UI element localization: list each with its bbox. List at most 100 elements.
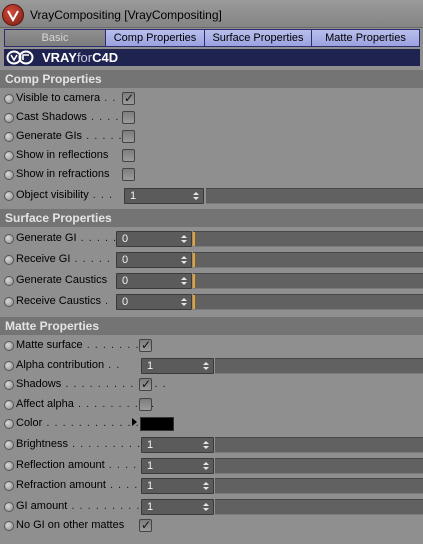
slider-marker[interactable] — [193, 253, 195, 267]
animation-dot-icon[interactable] — [4, 419, 14, 429]
animation-dot-icon[interactable] — [4, 440, 14, 450]
tab-comp-properties[interactable]: Comp Properties — [105, 29, 204, 47]
spinner-arrows-icon[interactable] — [203, 459, 210, 473]
tab-surface-properties[interactable]: Surface Properties — [204, 29, 311, 47]
window-titlebar: VrayCompositing [VrayCompositing] — [0, 0, 423, 28]
cast-shadows-checkbox[interactable] — [122, 111, 135, 124]
label-dots: . . . . — [105, 479, 139, 491]
vray-logo-icon — [2, 4, 24, 26]
label-receive-gi: Receive GI — [16, 253, 71, 265]
spinner-arrows-icon[interactable] — [203, 359, 210, 373]
label-dots: . . — [104, 359, 121, 371]
label-dots: . — [100, 295, 110, 307]
no-gi-on-other-mattes-checkbox[interactable]: ✓ — [139, 518, 152, 532]
receive-gi-input[interactable]: 0 — [116, 252, 192, 268]
receive-caustics-slider[interactable] — [193, 294, 423, 310]
row-receive-gi: Receive GI . . . . . . 0 — [0, 250, 423, 270]
c4d-logo-icon — [6, 50, 34, 65]
spinner-arrows-icon[interactable] — [203, 500, 210, 514]
vray-brand-text: VRAYforC4D — [42, 50, 118, 65]
object-visibility-slider[interactable] — [206, 188, 423, 204]
row-refraction-amount: Refraction amount . . . . 1 — [0, 476, 423, 496]
receive-gi-slider[interactable] — [193, 252, 423, 268]
gi-amount-input[interactable]: 1 — [141, 499, 214, 515]
spinner-arrows-icon[interactable] — [203, 479, 210, 493]
animation-dot-icon[interactable] — [4, 502, 14, 512]
animation-dot-icon[interactable] — [4, 361, 14, 371]
animation-dot-icon[interactable] — [4, 481, 14, 491]
animation-dot-icon[interactable] — [4, 132, 14, 142]
generate-caustics-slider[interactable] — [193, 273, 423, 289]
reflection-amount-input[interactable]: 1 — [141, 458, 214, 474]
tab-matte-properties[interactable]: Matte Properties — [311, 29, 420, 47]
object-visibility-input[interactable]: 1 — [124, 188, 204, 204]
animation-dot-icon[interactable] — [4, 276, 14, 286]
expand-arrow-icon[interactable] — [132, 418, 137, 426]
row-alpha-contribution: Alpha contribution . . 1 — [0, 356, 423, 376]
animation-dot-icon[interactable] — [4, 297, 14, 307]
row-reflection-amount: Reflection amount . . . . 1 — [0, 456, 423, 476]
brand-c4d: C4D — [92, 50, 119, 65]
slider-marker[interactable] — [193, 295, 195, 309]
object-visibility-value: 1 — [130, 190, 137, 202]
label-dots: . . . . . . . . . . — [67, 438, 150, 450]
gi-amount-slider[interactable] — [215, 499, 423, 515]
animation-dot-icon[interactable] — [4, 170, 14, 180]
row-affect-alpha: Affect alpha . . . . . . . . . . — [0, 395, 423, 415]
animation-dot-icon[interactable] — [4, 400, 14, 410]
tab-bar: Basic Comp Properties Surface Properties… — [4, 29, 420, 47]
spinner-arrows-icon[interactable] — [193, 189, 200, 203]
animation-dot-icon[interactable] — [4, 234, 14, 244]
refraction-amount-input[interactable]: 1 — [141, 478, 214, 494]
brightness-value: 1 — [147, 439, 154, 451]
checkmark-icon: ✓ — [141, 338, 152, 352]
generate-gis-checkbox[interactable] — [122, 130, 135, 143]
animation-dot-icon[interactable] — [4, 94, 14, 104]
show-in-reflections-checkbox[interactable] — [122, 149, 135, 162]
show-in-refractions-checkbox[interactable] — [122, 168, 135, 181]
brand-vray: VRAY — [42, 50, 77, 65]
row-visible-to-camera: Visible to camera . . ✓ — [0, 89, 423, 109]
alpha-contribution-slider[interactable] — [215, 358, 423, 374]
label-show-in-refractions: Show in refractions — [16, 168, 110, 180]
row-generate-caustics: Generate Caustics 0 — [0, 271, 423, 291]
row-gi-amount: GI amount . . . . . . . . . . . 1 — [0, 497, 423, 517]
affect-alpha-checkbox[interactable] — [139, 398, 152, 411]
matte-surface-checkbox[interactable]: ✓ — [139, 338, 152, 352]
receive-caustics-input[interactable]: 0 — [116, 294, 192, 310]
label-dots: . . — [100, 92, 117, 104]
brightness-slider[interactable] — [215, 437, 423, 453]
spinner-arrows-icon[interactable] — [181, 295, 188, 309]
spinner-arrows-icon[interactable] — [181, 253, 188, 267]
spinner-arrows-icon[interactable] — [181, 232, 188, 246]
animation-dot-icon[interactable] — [4, 341, 14, 351]
spinner-arrows-icon[interactable] — [181, 274, 188, 288]
tab-basic[interactable]: Basic — [4, 29, 105, 47]
color-swatch[interactable] — [140, 417, 174, 431]
animation-dot-icon[interactable] — [4, 191, 14, 201]
label-dots: . . . . . . — [70, 253, 120, 265]
alpha-contribution-input[interactable]: 1 — [141, 358, 214, 374]
visible-to-camera-checkbox[interactable]: ✓ — [122, 91, 135, 105]
generate-gi-input[interactable]: 0 — [116, 231, 192, 247]
generate-gi-slider[interactable] — [193, 231, 423, 247]
animation-dot-icon[interactable] — [4, 151, 14, 161]
slider-marker[interactable] — [193, 274, 195, 288]
animation-dot-icon[interactable] — [4, 380, 14, 390]
generate-caustics-input[interactable]: 0 — [116, 273, 192, 289]
section-surface-properties: Surface Properties — [0, 209, 423, 227]
animation-dot-icon[interactable] — [4, 521, 14, 531]
refraction-amount-slider[interactable] — [215, 478, 423, 494]
spinner-arrows-icon[interactable] — [203, 438, 210, 452]
alpha-contribution-value: 1 — [147, 360, 154, 372]
shadows-checkbox[interactable]: ✓ — [139, 377, 152, 391]
animation-dot-icon[interactable] — [4, 461, 14, 471]
reflection-amount-slider[interactable] — [215, 458, 423, 474]
vray-banner: VRAYforC4D — [4, 49, 420, 66]
slider-marker[interactable] — [193, 232, 195, 246]
label-dots: . . . . . . . . . . . . — [42, 417, 140, 429]
generate-caustics-value: 0 — [122, 275, 129, 287]
animation-dot-icon[interactable] — [4, 113, 14, 123]
animation-dot-icon[interactable] — [4, 255, 14, 265]
brightness-input[interactable]: 1 — [141, 437, 214, 453]
